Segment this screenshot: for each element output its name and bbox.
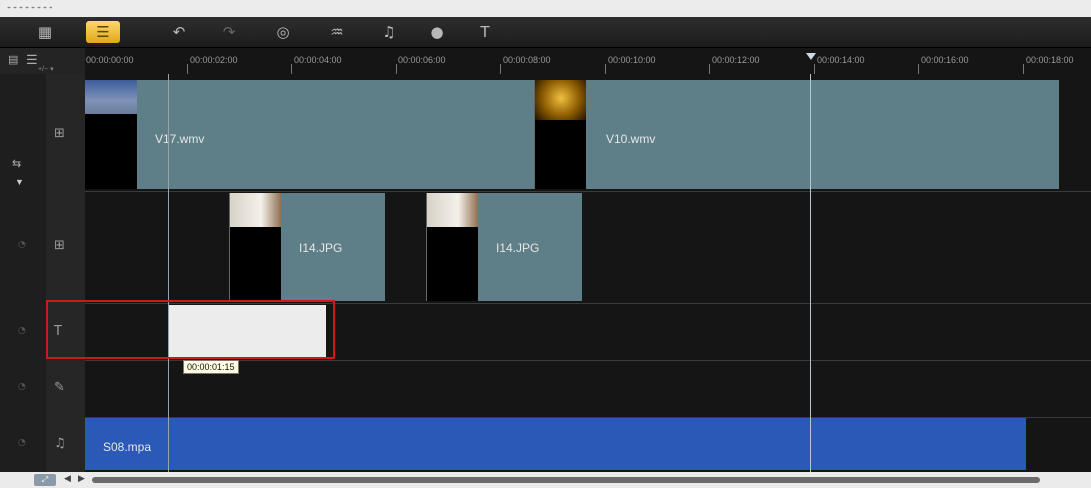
track-manager-icon[interactable]: ▤: [8, 53, 18, 66]
ruler-tick: [500, 64, 501, 74]
cursor-line: [168, 74, 169, 472]
voice-lock-icon[interactable]: ◔: [18, 382, 26, 392]
video-clip-thumbnail[interactable]: [85, 80, 138, 189]
video-track-icon[interactable]: ⊞: [54, 126, 65, 141]
video-clip-thumbnail[interactable]: [534, 80, 588, 189]
timeline-view-icon: ☰: [96, 22, 110, 41]
undo-icon: ↶: [172, 22, 186, 41]
ripple-editing-icon[interactable]: ⇆: [12, 157, 21, 170]
thumbnail-image: [230, 193, 282, 227]
subtitle-editor-button[interactable]: T: [468, 21, 502, 43]
ruler-tick: [814, 64, 815, 74]
overlay-lock-icon[interactable]: ◔: [18, 240, 26, 250]
video-clip[interactable]: V10.wmv: [586, 80, 1059, 189]
ruler-tick: [709, 64, 710, 74]
show-all-tracks-icon[interactable]: ☰: [26, 52, 38, 68]
duration-tooltip: 00:00:01:15: [183, 360, 239, 374]
ruler-tick-label: 00:00:18:00: [1026, 55, 1074, 65]
overlay-clip-thumbnail[interactable]: [426, 193, 480, 301]
auto-music-icon: ♫: [382, 22, 396, 41]
ruler-tick-label: 00:00:04:00: [294, 55, 342, 65]
title-lock-icon[interactable]: ◔: [18, 326, 26, 336]
ruler-tick-label: 00:00:12:00: [712, 55, 760, 65]
zoom-controls-icon[interactable]: +/− ▾: [38, 65, 54, 73]
fit-project-icon[interactable]: ⤢: [34, 474, 56, 486]
overlay-clip[interactable]: I14.JPG: [281, 193, 385, 301]
ruler-tick-label: 00:00:06:00: [398, 55, 446, 65]
clip-label: V10.wmv: [606, 132, 656, 146]
motion-tracking-icon: ●: [430, 22, 444, 41]
storyboard-view-button[interactable]: ▦: [28, 21, 62, 43]
track-icons-column: ⊞ ⊞ T ✎ ♫: [46, 74, 85, 472]
auto-music-button[interactable]: ♫: [372, 21, 406, 43]
thumbnail-image: [85, 80, 137, 114]
motion-tracking-button[interactable]: ●: [420, 21, 454, 43]
audio-clip[interactable]: S08.mpa: [85, 418, 1026, 470]
clip-label: V17.wmv: [155, 132, 205, 146]
playhead-line[interactable]: [810, 74, 811, 472]
selection-highlight: [46, 300, 335, 359]
thumbnail-image: [535, 80, 587, 120]
ruler-tick: [1023, 64, 1024, 74]
ruler-tick-label: 00:00:08:00: [503, 55, 551, 65]
storyboard-view-icon: ▦: [37, 22, 53, 41]
ripple-dropdown-icon[interactable]: ▼: [15, 177, 24, 187]
voice-track-icon[interactable]: ✎: [54, 380, 65, 395]
redo-icon: ↷: [222, 22, 236, 41]
ruler-tick-label: 00:00:10:00: [608, 55, 656, 65]
subtitle-editor-icon: T: [480, 22, 490, 41]
music-track-icon[interactable]: ♫: [54, 436, 66, 451]
track-manager-area: ▤ ☰ +/− ▾: [0, 48, 85, 74]
thumbnail-image: [427, 193, 479, 227]
clip-label: S08.mpa: [103, 440, 152, 454]
scroll-right-icon[interactable]: ▶: [78, 474, 85, 484]
timeline-toolbar: ▦ ☰ ↶ ↷ ◎ ♒ ♫ ● T: [0, 17, 1091, 48]
overlay-track-icon[interactable]: ⊞: [54, 238, 65, 253]
playhead-handle[interactable]: [806, 53, 816, 60]
window-title-bar: [0, 0, 1091, 17]
sound-mixer-icon: ♒: [330, 22, 344, 41]
ruler-tick: [605, 64, 606, 74]
track-controls-column: ⇆ ▼ ◔ ◔ ◔ ◔: [0, 74, 47, 472]
ruler-tick-label: 00:00:00:00: [86, 55, 134, 65]
timeline-view-button[interactable]: ☰: [86, 21, 120, 43]
record-capture-icon: ◎: [276, 22, 290, 41]
ruler-tick: [291, 64, 292, 74]
ruler-tick-label: 00:00:02:00: [190, 55, 238, 65]
ruler-tick-label: 00:00:14:00: [817, 55, 865, 65]
scrollbar-thumb[interactable]: [92, 477, 1040, 483]
overlay-clip-thumbnail[interactable]: [229, 193, 283, 301]
ruler-tick: [396, 64, 397, 74]
timeline-ruler[interactable]: ▤ ☰ +/− ▾ 00:00:00:00 00:00:02:00 00:00:…: [0, 48, 1091, 75]
clip-label: I14.JPG: [299, 241, 343, 255]
ruler-tick-label: 00:00:16:00: [921, 55, 969, 65]
music-lock-icon[interactable]: ◔: [18, 438, 26, 448]
grip-dots: [6, 6, 52, 9]
scroll-left-icon[interactable]: ◀: [64, 474, 71, 484]
sound-mixer-button[interactable]: ♒: [320, 21, 354, 43]
horizontal-scrollbar[interactable]: ⤢ ◀ ▶: [0, 472, 1091, 488]
ruler-tick: [918, 64, 919, 74]
video-clip[interactable]: V17.wmv: [137, 80, 534, 189]
record-capture-button[interactable]: ◎: [266, 21, 300, 43]
clip-label: I14.JPG: [496, 241, 540, 255]
undo-button[interactable]: ↶: [162, 21, 196, 43]
redo-button[interactable]: ↷: [212, 21, 246, 43]
overlay-clip[interactable]: I14.JPG: [478, 193, 582, 301]
ruler-tick: [187, 64, 188, 74]
